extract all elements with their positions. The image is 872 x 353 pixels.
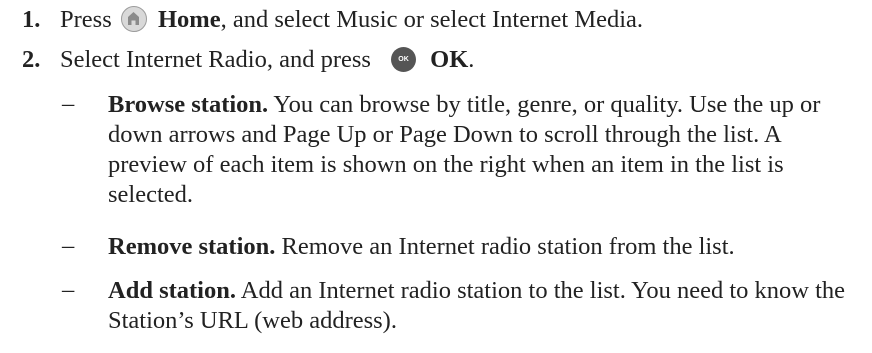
bullet-body: Remove an Internet radio station from th… (275, 233, 735, 260)
step-text: Select Internet Radio, and press OK OK. (60, 46, 474, 74)
home-label: Home (157, 6, 221, 33)
bullet-title: Remove station. (108, 233, 276, 260)
bullet-text: Remove station. Remove an Internet radio… (108, 232, 848, 262)
step-text-after: . (468, 46, 475, 73)
bullet-title: Browse station. (108, 91, 269, 118)
step-text: Press Home, and select Music or select I… (60, 6, 643, 34)
step-number: 1. (22, 6, 41, 33)
step-text-before: Select Internet Radio, and press (60, 46, 371, 73)
step-number: 2. (22, 46, 41, 73)
ok-label: OK (430, 46, 469, 73)
bullet-text: Add station. Add an Internet radio stati… (108, 276, 848, 336)
home-icon (120, 6, 147, 33)
ok-icon: OK (391, 46, 417, 72)
bullet-text: Browse station. You can browse by title,… (108, 90, 848, 210)
dash: – (62, 232, 75, 259)
step-text-before: Press (60, 6, 112, 33)
step-text-after: , and select Music or select Internet Me… (220, 6, 644, 33)
dash: – (62, 276, 75, 303)
bullet-title: Add station. (108, 277, 236, 304)
ok-icon-label: OK (398, 55, 409, 63)
dash: – (62, 90, 75, 117)
